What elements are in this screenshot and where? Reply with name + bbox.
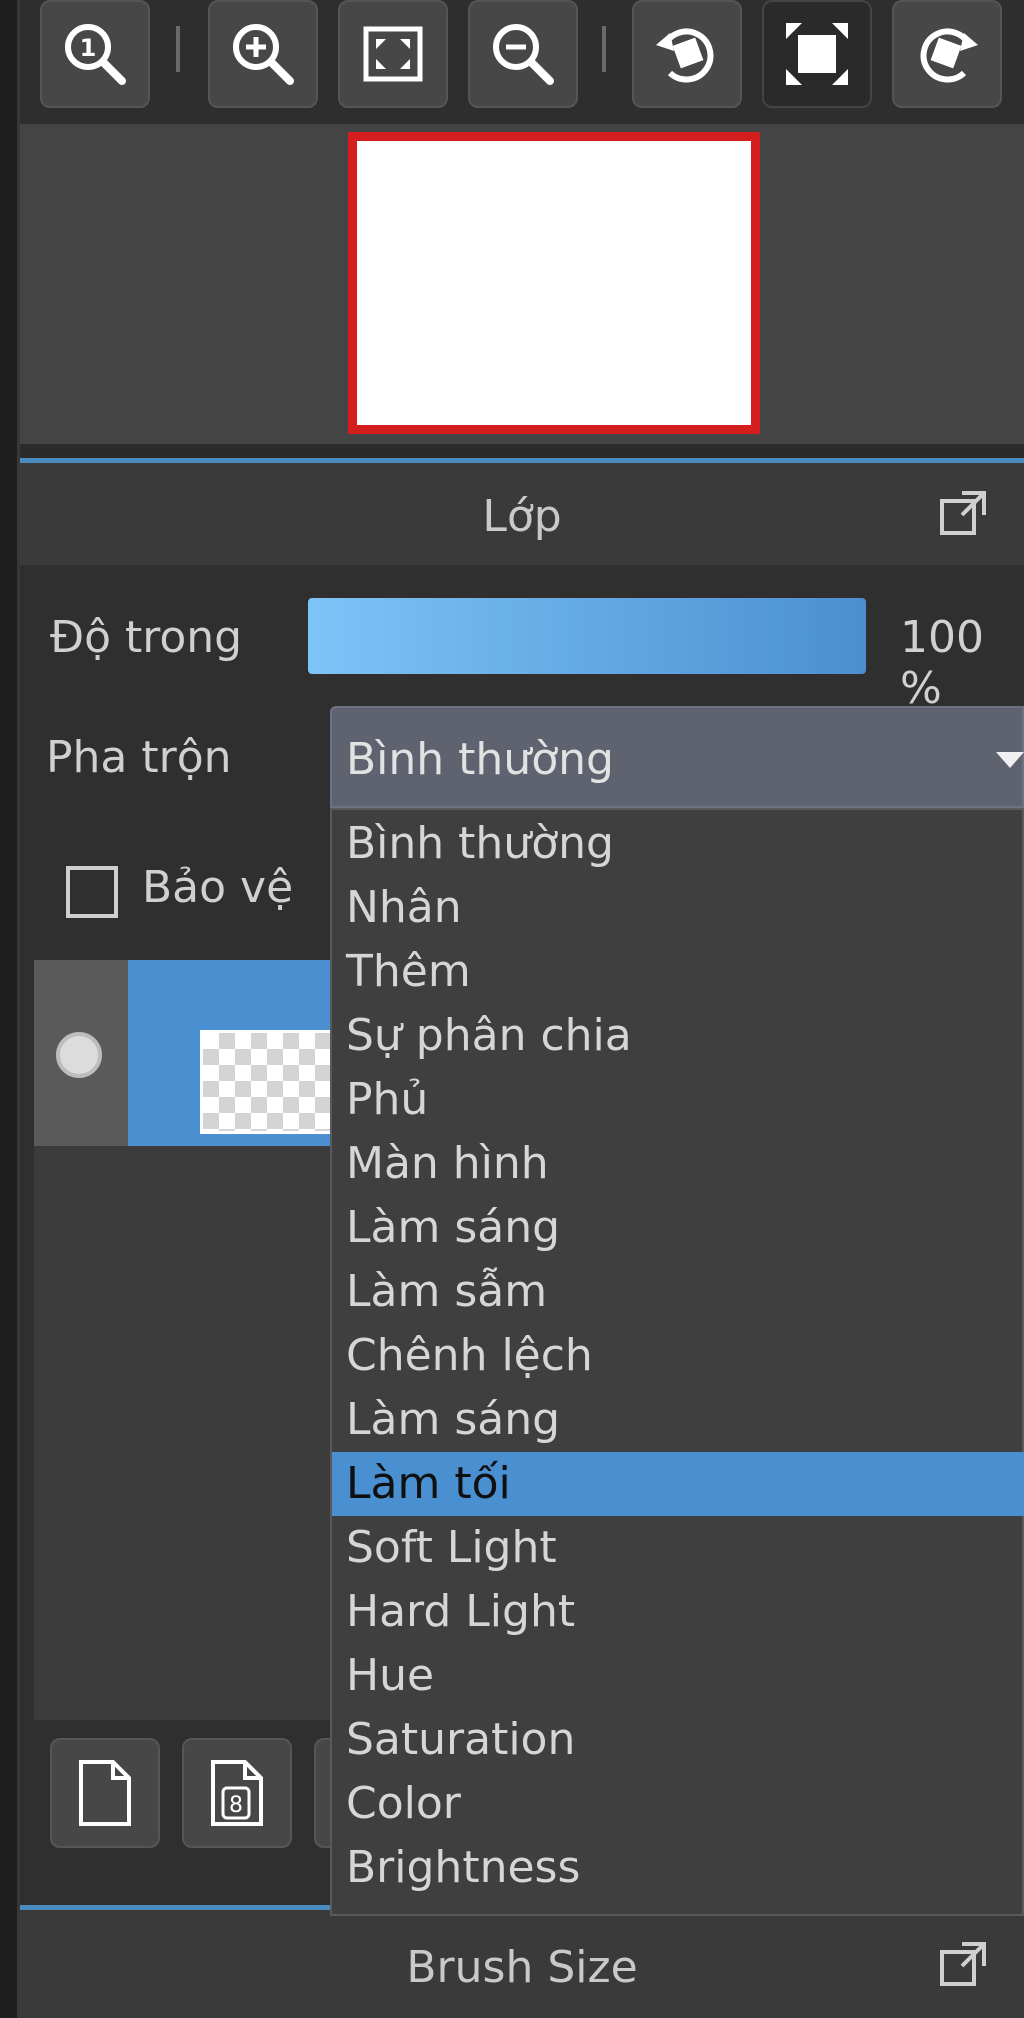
brush-size-panel-header: Brush Size (20, 1910, 1024, 2018)
visibility-dot-icon (56, 1032, 102, 1078)
new-layer-button[interactable] (50, 1738, 160, 1848)
blend-option-lighten[interactable]: Làm sáng (332, 1388, 1024, 1452)
blend-option-dodge[interactable]: Làm sáng (332, 1196, 1024, 1260)
protect-alpha-checkbox[interactable] (66, 866, 118, 918)
zoom-actual-size-icon: 1 (65, 24, 126, 85)
canvas-preview[interactable] (348, 132, 760, 434)
blend-option-color[interactable]: Color (332, 1772, 1024, 1836)
fit-window-button[interactable] (338, 0, 448, 108)
toolbar-separator (602, 26, 606, 72)
svg-text:8: 8 (229, 1793, 243, 1818)
new-8bit-layer-button[interactable]: 8 (182, 1738, 292, 1848)
blend-mode-select[interactable]: Bình thường (330, 706, 1024, 808)
blend-option-saturation[interactable]: Saturation (332, 1708, 1024, 1772)
blend-option-normal[interactable]: Bình thường (332, 812, 1024, 876)
fullscreen-icon (786, 23, 848, 85)
blend-mode-dropdown-list: Bình thường Nhân Thêm Sự phân chia Phủ M… (330, 808, 1024, 1916)
brush-size-title: Brush Size (406, 1942, 638, 1993)
layer-panel-title: Lớp (482, 491, 562, 542)
new-page-icon (79, 1760, 131, 1826)
blend-option-difference[interactable]: Chênh lệch (332, 1324, 1024, 1388)
navigator-panel (20, 124, 1024, 444)
blend-mode-selected-value: Bình thường (346, 734, 614, 785)
layer-visibility-toggle[interactable] (34, 960, 128, 1146)
blend-option-multiply[interactable]: Nhân (332, 876, 1024, 940)
zoom-actual-size-button[interactable]: 1 (40, 0, 150, 108)
rotate-right-button[interactable] (892, 0, 1002, 108)
rotate-right-icon (920, 28, 978, 83)
layer-panel-header: Lớp (20, 463, 1024, 565)
rotate-left-icon (656, 28, 714, 83)
blend-option-soft-light[interactable]: Soft Light (332, 1516, 1024, 1580)
popout-icon[interactable] (938, 489, 988, 539)
opacity-value: 100 % (900, 612, 984, 714)
opacity-label: Độ trong (50, 612, 243, 663)
zoom-in-icon (233, 24, 294, 85)
blend-option-hue[interactable]: Hue (332, 1644, 1024, 1708)
toolbar-separator (176, 26, 180, 72)
zoom-out-button[interactable] (468, 0, 578, 108)
blend-option-hard-light[interactable]: Hard Light (332, 1580, 1024, 1644)
zoom-out-icon (493, 24, 554, 85)
popout-icon[interactable] (938, 1940, 988, 1990)
protect-alpha-label: Bảo vệ (142, 862, 294, 913)
rotate-left-button[interactable] (632, 0, 742, 108)
blend-option-divide[interactable]: Sự phân chia (332, 1004, 1024, 1068)
zoom-in-button[interactable] (208, 0, 318, 108)
blend-option-darken[interactable]: Làm tối (332, 1452, 1024, 1516)
blend-option-add[interactable]: Thêm (332, 940, 1024, 1004)
8bit-layer-icon: 8 (211, 1760, 263, 1826)
svg-text:1: 1 (80, 34, 97, 62)
blend-mode-label: Pha trộn (46, 732, 232, 783)
fullscreen-button[interactable] (762, 0, 872, 108)
blend-option-brightness[interactable]: Brightness (332, 1836, 1024, 1900)
view-toolbar: 1 (20, 0, 1024, 124)
blend-option-overlay[interactable]: Phủ (332, 1068, 1024, 1132)
blend-option-burn[interactable]: Làm sẫm (332, 1260, 1024, 1324)
left-panel-edge (0, 0, 20, 2018)
opacity-slider[interactable] (308, 598, 866, 674)
chevron-down-icon (996, 752, 1024, 768)
fit-window-icon (363, 26, 423, 82)
blend-option-screen[interactable]: Màn hình (332, 1132, 1024, 1196)
